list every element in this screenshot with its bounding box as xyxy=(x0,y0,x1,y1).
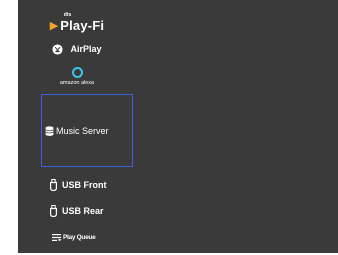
alexa-ring-icon xyxy=(71,66,83,78)
menu-item-alexa[interactable]: amazon alexa xyxy=(18,62,136,90)
play-fi-arrow-icon: ▶ xyxy=(49,19,59,32)
database-icon xyxy=(45,125,54,136)
play-fi-label: Play-Fi xyxy=(60,17,105,33)
play-fi-dts-label: dts xyxy=(63,11,72,18)
menu-item-music-server[interactable]: Music Server xyxy=(41,94,133,167)
usb-icon xyxy=(50,205,57,217)
usb-icon xyxy=(50,179,57,191)
play-queue-label: Play Queue xyxy=(63,233,96,241)
play-queue-icon xyxy=(52,233,62,241)
menu-item-airplay[interactable]: AirPlay xyxy=(18,40,136,58)
menu-item-usb-rear[interactable]: USB Rear xyxy=(50,202,140,220)
music-server-label: Music Server xyxy=(56,125,109,136)
menu-item-play-queue[interactable]: Play Queue xyxy=(52,229,142,245)
alexa-label: amazon alexa xyxy=(59,79,95,86)
source-menu-panel: dts ▶ Play-Fi AirPlay amazon alexa Music… xyxy=(18,0,338,253)
usb-rear-label: USB Rear xyxy=(62,206,104,216)
screen: dts ▶ Play-Fi AirPlay amazon alexa Music… xyxy=(0,0,338,255)
play-fi-logo: dts ▶ Play-Fi xyxy=(49,12,105,33)
airplay-label: AirPlay xyxy=(70,44,102,54)
usb-front-label: USB Front xyxy=(62,180,107,190)
menu-item-play-fi[interactable]: dts ▶ Play-Fi xyxy=(18,12,136,38)
airplay-icon xyxy=(52,43,64,55)
menu-item-usb-front[interactable]: USB Front xyxy=(50,176,140,194)
